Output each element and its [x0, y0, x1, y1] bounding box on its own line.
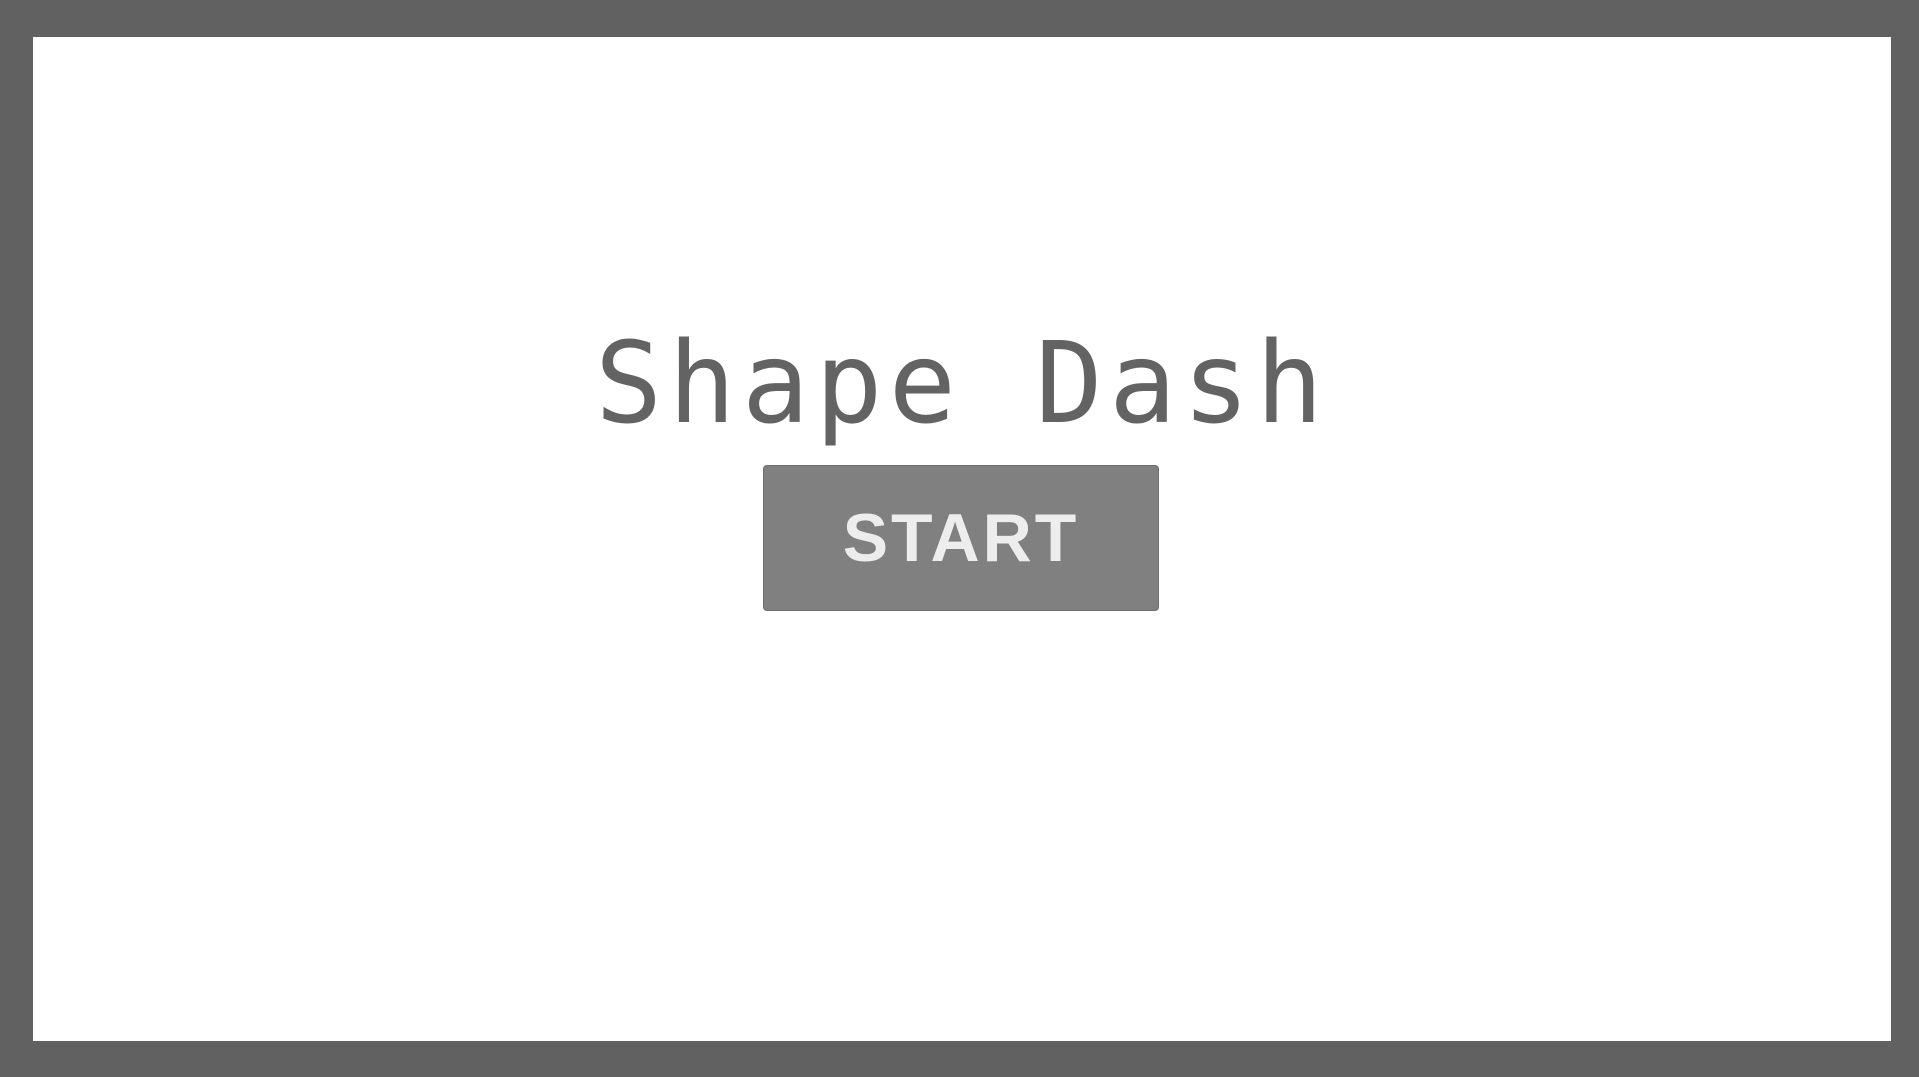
game-canvas: Shape Dash START [33, 37, 1891, 1041]
start-button[interactable]: START [763, 465, 1159, 611]
game-title: Shape Dash [594, 319, 1330, 449]
